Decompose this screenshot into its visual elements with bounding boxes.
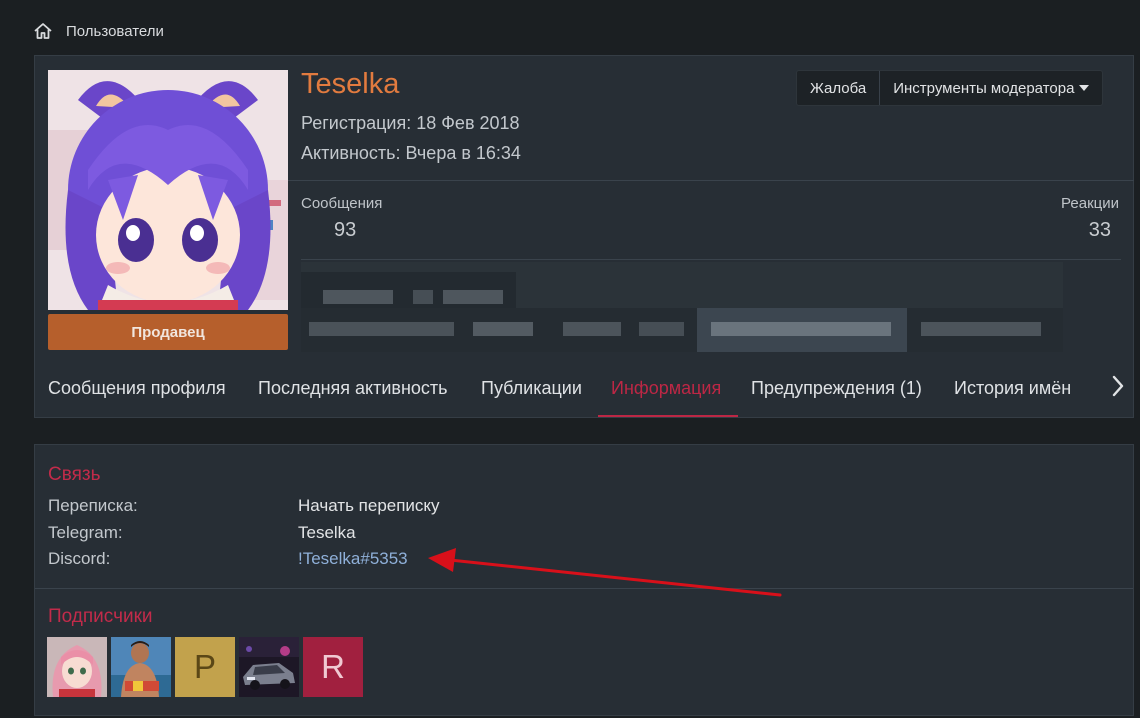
follower-avatar[interactable]: P	[175, 637, 235, 697]
breadcrumb[interactable]: Пользователи	[33, 18, 164, 44]
last-activity: Активность: Вчера в 16:34	[301, 143, 521, 163]
messages-label: Сообщения	[301, 195, 383, 212]
follower-avatar[interactable]	[47, 637, 107, 697]
messages-count: 93	[334, 219, 357, 241]
conversation-label: Переписка:	[48, 496, 138, 515]
moderator-tools-button[interactable]: Инструменты модератора	[880, 71, 1102, 105]
report-button[interactable]: Жалоба	[797, 71, 879, 105]
followers-list: P R	[47, 637, 363, 697]
about-card: Связь Переписка: Начать переписку Telegr…	[34, 444, 1134, 716]
messages-stat[interactable]: Сообщения 93	[301, 195, 382, 242]
man-photo-avatar-icon	[111, 637, 171, 697]
tab-warnings[interactable]: Предупреждения (1)	[751, 356, 922, 418]
profile-tabs: Сообщения профиля Последняя активность П…	[35, 356, 1133, 418]
section-divider	[35, 588, 1133, 589]
follower-initial: R	[321, 648, 345, 685]
active-tab-indicator	[598, 415, 738, 417]
reactions-label: Реакции	[1061, 195, 1119, 212]
reactions-stat[interactable]: Реакции 33	[1061, 195, 1119, 242]
discord-value[interactable]: !Teselka#5353	[298, 549, 408, 569]
header-divider	[288, 180, 1134, 181]
profile-actions: Жалоба Инструменты модератора	[796, 70, 1104, 106]
pink-hair-avatar-icon	[47, 637, 107, 697]
profile-card: Продавец Teselka Регистрация: 18 Фев 201…	[34, 55, 1134, 418]
tab-information[interactable]: Информация	[611, 356, 721, 418]
tab-name-history[interactable]: История имён	[954, 356, 1071, 418]
pixelated-content	[301, 262, 1063, 352]
follower-avatar[interactable]: R	[303, 637, 363, 697]
user-avatar[interactable]	[48, 70, 288, 310]
car-photo-avatar-icon	[239, 637, 299, 697]
tab-profile-posts[interactable]: Сообщения профиля	[48, 356, 226, 418]
chevron-right-icon[interactable]	[1110, 374, 1126, 398]
registration-date: Регистрация: 18 Фев 2018	[301, 113, 520, 133]
caret-down-icon	[1079, 85, 1090, 91]
moderator-tools-label: Инструменты модератора	[893, 79, 1075, 97]
follower-avatar[interactable]	[239, 637, 299, 697]
username[interactable]: Teselka	[301, 68, 399, 101]
followers-section-title: Подписчики	[48, 606, 153, 627]
tab-latest-activity[interactable]: Последняя активность	[258, 356, 448, 418]
seller-badge: Продавец	[48, 314, 288, 350]
home-icon	[34, 23, 52, 39]
contact-section-title: Связь	[48, 464, 101, 485]
tab-postings[interactable]: Публикации	[481, 356, 582, 418]
stats-divider	[301, 259, 1121, 260]
discord-label: Discord:	[48, 549, 111, 568]
breadcrumb-users-link[interactable]: Пользователи	[66, 23, 164, 40]
reactions-count: 33	[1088, 219, 1111, 241]
telegram-label: Telegram:	[48, 523, 123, 542]
follower-initial: P	[193, 648, 216, 685]
follower-avatar[interactable]	[111, 637, 171, 697]
telegram-value: Teselka	[298, 523, 356, 542]
start-conversation-link[interactable]: Начать переписку	[298, 496, 440, 516]
